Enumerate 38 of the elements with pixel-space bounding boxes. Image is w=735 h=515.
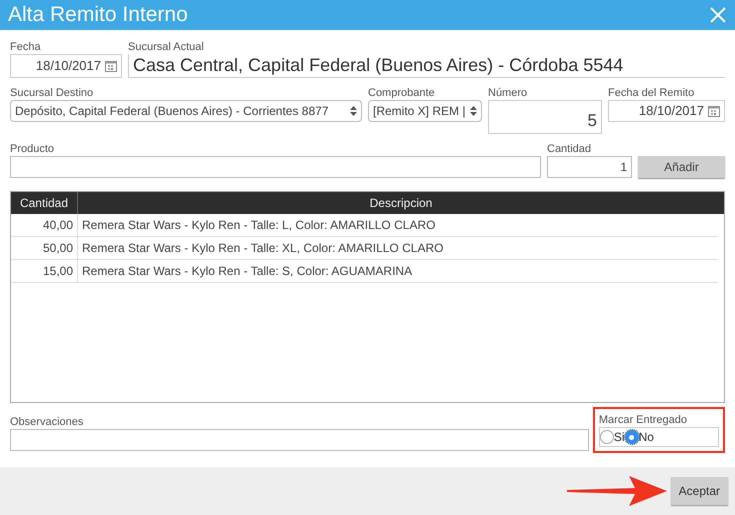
table-cell: 50,00 [11,237,78,259]
window-title: Alta Remito Interno [8,2,188,28]
destination-select[interactable]: Depósito, Capital Federal (Buenos Aires) - Corrientes 8877 [10,100,362,122]
close-icon[interactable] [709,6,727,24]
field-label: Marcar Entregado [598,413,688,427]
select-arrows-icon [470,106,477,116]
field-label: Cantidad [547,142,592,156]
radio-option[interactable]: No [624,428,654,446]
field-label: Comprobante [368,86,436,100]
select-arrows-icon [350,106,357,116]
field-label: Número [488,86,528,100]
column-header: Descripcion [368,195,434,212]
table-cell-text: Remera Star Wars - Kylo Ren - Talle: S, Color: AGUAMARINA [81,263,414,280]
table-cell-text: Remera Star Wars - Kylo Ren - Talle: L, Color: AMARILLO CLARO [81,217,436,234]
observations-field[interactable] [10,429,589,451]
radio-option[interactable]: Si [600,428,625,446]
table-cell: 15,00 [11,260,78,282]
field-label: Fecha del Remito [608,86,696,100]
accept-button[interactable]: Aceptar [670,477,728,505]
field-label: Sucursal Destino [10,86,94,100]
field-label: Observaciones [10,415,84,429]
quantity-field[interactable]: 1 [547,156,632,178]
date-field[interactable]: 18/10/2017 [608,100,725,122]
table-cell-text: Remera Star Wars - Kylo Ren - Talle: XL, Color: AMARILLO CLARO [81,240,444,257]
calendar-icon[interactable] [105,60,117,72]
table-cell: 40,00 [11,214,78,236]
field-label: Sucursal Actual [128,40,205,54]
column-header: Cantidad [11,192,78,214]
calendar-icon[interactable] [708,105,720,117]
field-label: Fecha [10,40,42,54]
arrow-icon [566,474,667,508]
product-field[interactable] [10,156,541,178]
field-label: Producto [10,142,56,156]
date-field[interactable]: 18/10/2017 [10,54,122,78]
voucher-select[interactable]: [Remito X] REM | [368,100,482,122]
add-button[interactable]: Añadir [638,156,725,178]
number-field[interactable]: 5 [488,100,602,134]
branch-field[interactable]: Casa Central, Capital Federal (Buenos Aires) - Córdoba 5544 [128,54,725,78]
